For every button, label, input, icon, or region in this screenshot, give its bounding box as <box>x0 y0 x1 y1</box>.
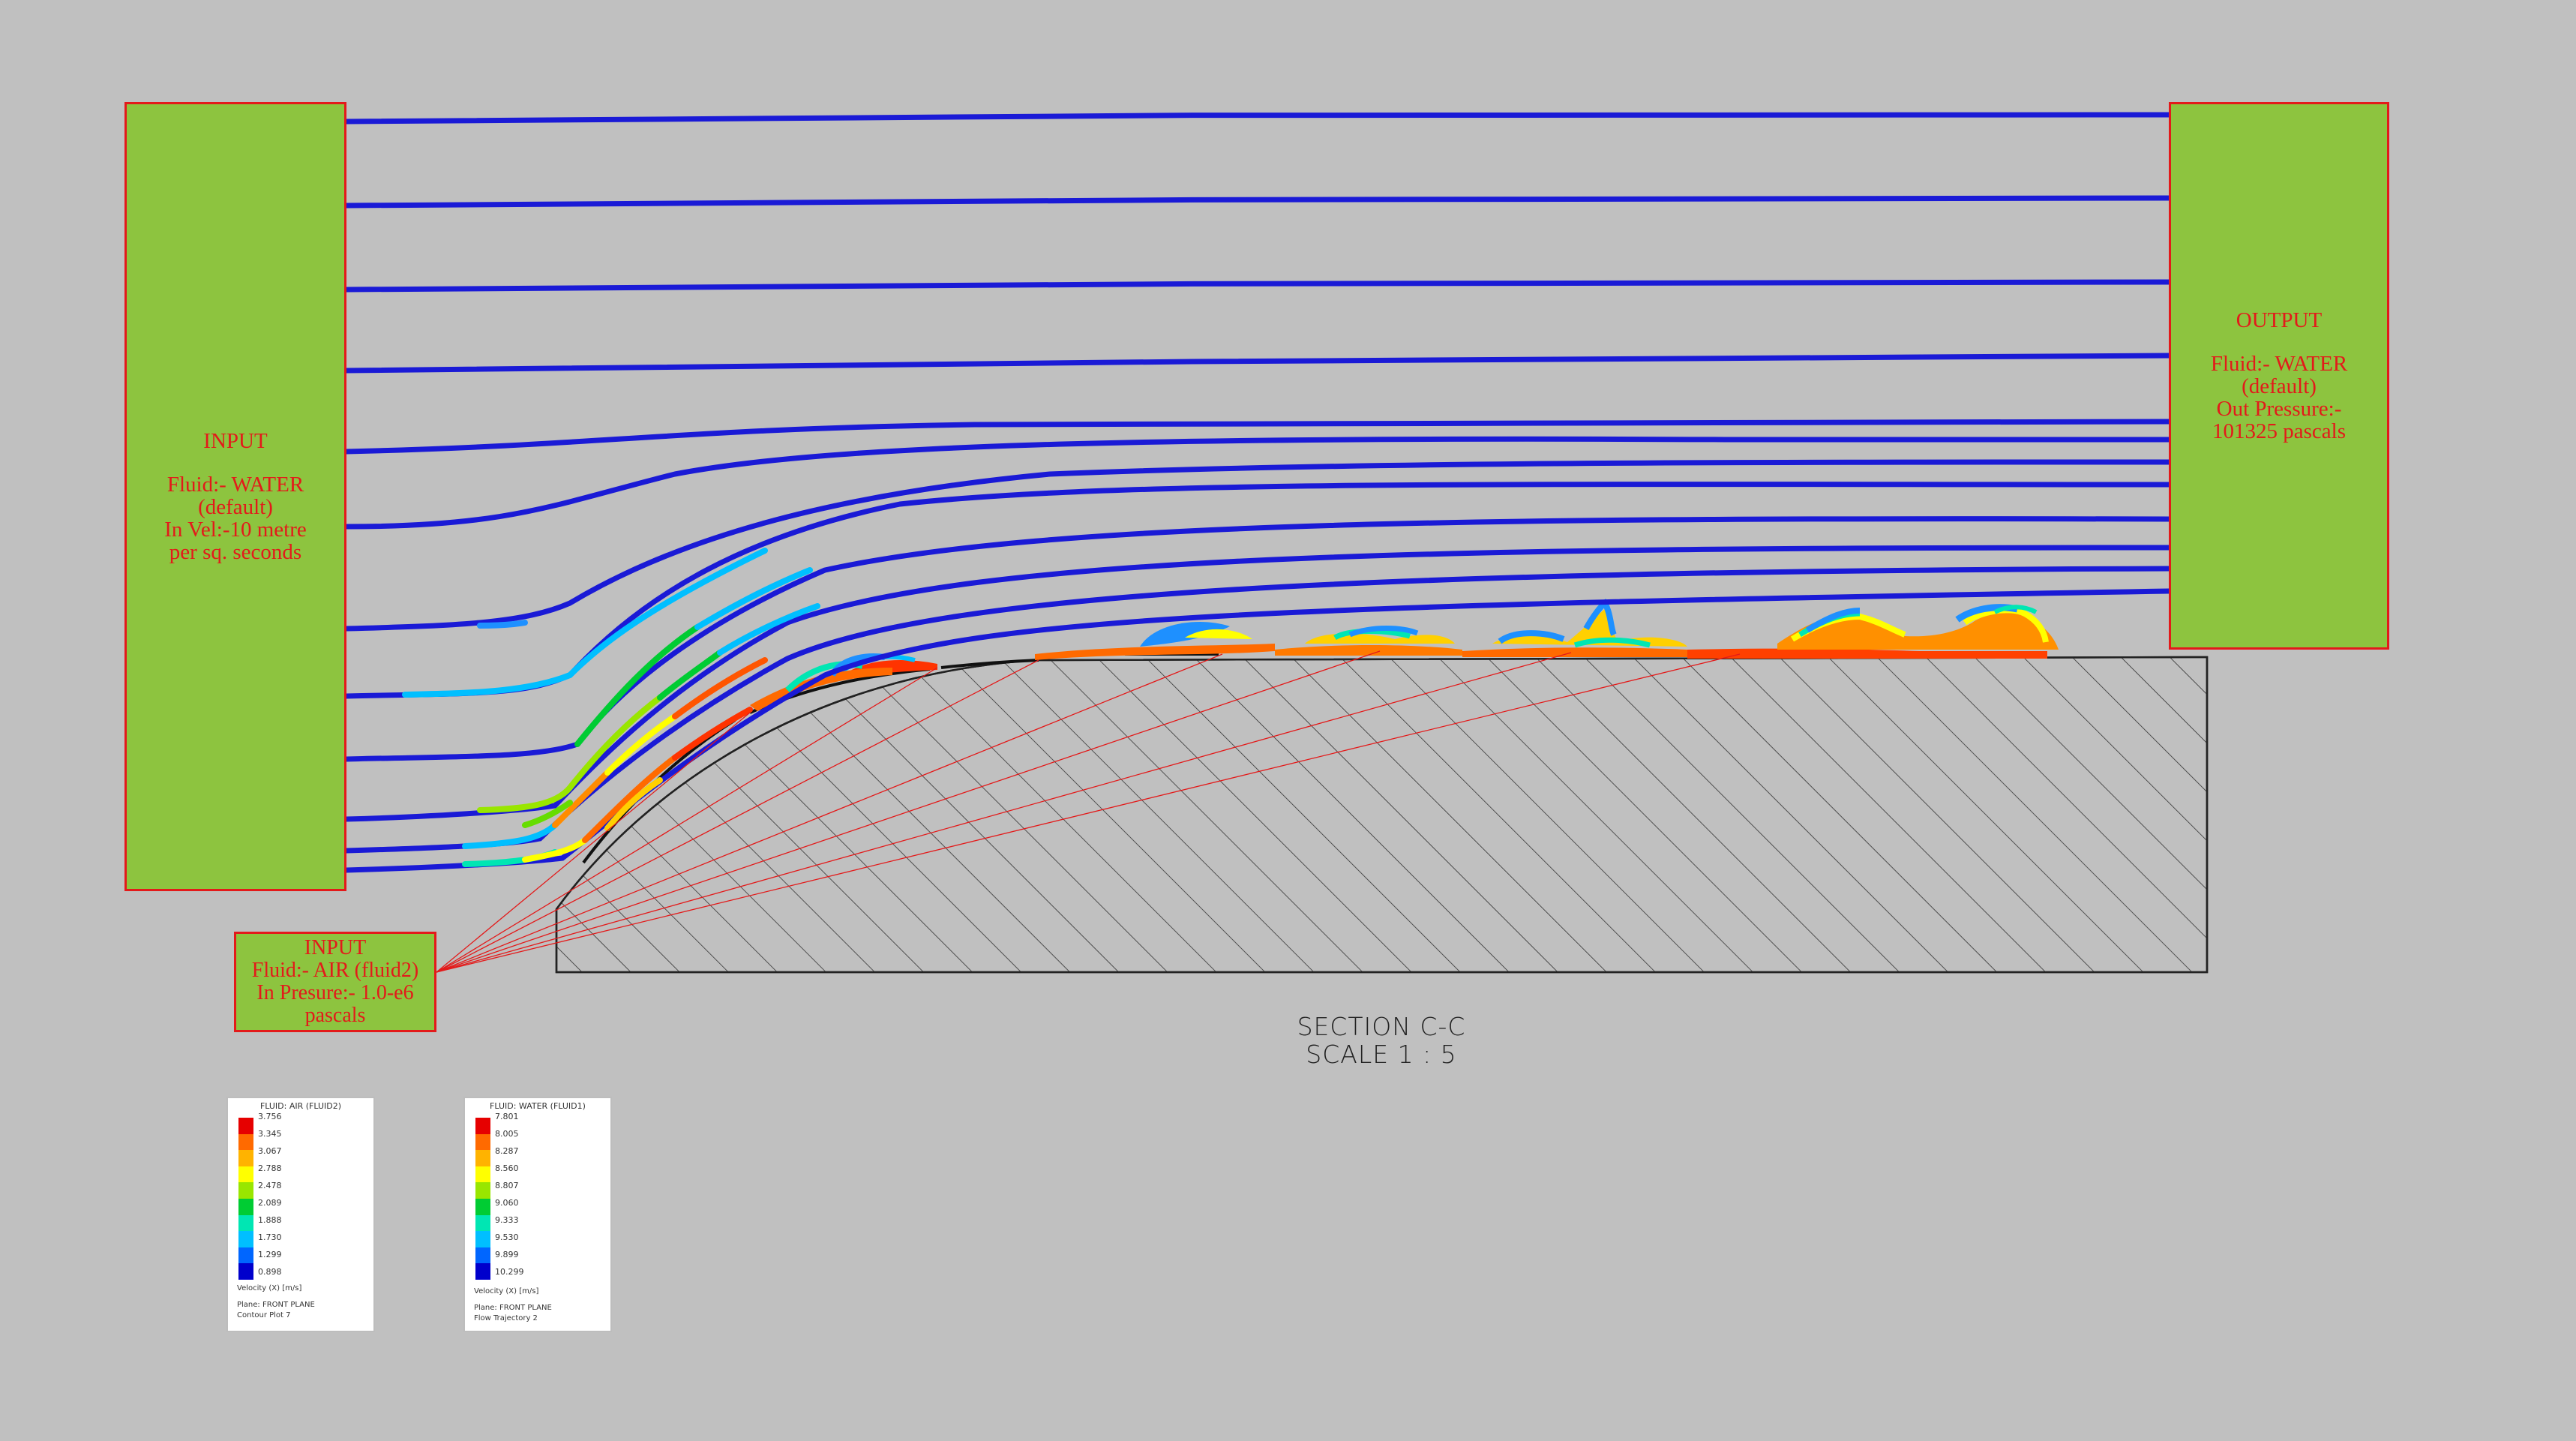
color-swatch <box>475 1247 490 1264</box>
scale-tick: 2.478 <box>258 1181 282 1190</box>
color-swatch <box>238 1150 253 1166</box>
legend-quantity: Velocity (X) [m/s] <box>237 1284 302 1292</box>
scale-tick: 8.287 <box>495 1146 519 1156</box>
water-inlet-line: (default) <box>198 495 273 519</box>
scale-tick: 1.299 <box>258 1250 282 1259</box>
scale-tick: 2.788 <box>258 1163 282 1173</box>
scale-tick: 3.067 <box>258 1146 282 1156</box>
outlet-line: (default) <box>2242 374 2317 398</box>
water-inlet-boundary-box: INPUT Fluid:- WATER (default) In Vel:-10… <box>124 102 346 891</box>
color-swatch <box>475 1182 490 1199</box>
streamline <box>343 195 2172 209</box>
scale-tick: 3.345 <box>258 1129 282 1139</box>
scale-tick: 10.299 <box>495 1267 524 1277</box>
water-inlet-title: INPUT <box>203 429 268 453</box>
color-swatch <box>238 1198 253 1215</box>
water-inlet-line: In Vel:-10 metre <box>164 518 307 542</box>
color-swatch <box>238 1214 253 1232</box>
scale-tick: 8.560 <box>495 1163 519 1173</box>
color-swatch <box>475 1166 490 1183</box>
water-inlet-line: per sq. seconds <box>169 540 302 564</box>
color-scale <box>238 1118 253 1280</box>
scale-tick: 9.899 <box>495 1250 519 1259</box>
outlet-line: Out Pressure:- <box>2216 397 2342 421</box>
legend-plane: Plane: FRONT PLANE <box>474 1304 552 1312</box>
color-swatch <box>238 1166 253 1183</box>
legend-quantity: Velocity (X) [m/s] <box>474 1287 539 1295</box>
outlet-boundary-box: OUTPUT Fluid:- WATER (default) Out Press… <box>2169 102 2389 650</box>
scale-tick: 7.801 <box>495 1112 519 1121</box>
section-label: SECTION C-C SCALE 1 : 5 <box>1231 1013 1531 1068</box>
scale-tick: 0.898 <box>258 1267 282 1277</box>
color-swatch <box>475 1150 490 1166</box>
color-scale <box>475 1118 490 1280</box>
water-inlet-line: Fluid:- WATER <box>166 473 304 497</box>
legend-title: FLUID: AIR (FLUID2) <box>259 1101 342 1111</box>
streamline <box>343 279 2172 293</box>
streamline <box>343 353 2172 374</box>
air-inlet-boundary-box: INPUT Fluid:- AIR (fluid2) In Presure:- … <box>234 932 436 1032</box>
air-inlet-line: In Presure:- 1.0-e6 <box>256 981 414 1004</box>
color-swatch <box>238 1133 253 1151</box>
color-swatch <box>475 1214 490 1232</box>
scale-tick: 2.089 <box>258 1198 282 1208</box>
color-swatch <box>475 1133 490 1151</box>
scale-tick: 9.530 <box>495 1232 519 1242</box>
legend-plot-name: Flow Trajectory 2 <box>474 1314 538 1322</box>
streamline <box>343 418 2172 455</box>
scale-tick: 1.730 <box>258 1232 282 1242</box>
scale-tick: 8.807 <box>495 1181 519 1190</box>
color-swatch <box>238 1182 253 1199</box>
legend-plane: Plane: FRONT PLANE <box>237 1301 315 1309</box>
section-scale: SCALE 1 : 5 <box>1306 1040 1457 1069</box>
air-velocity-legend: FLUID: AIR (FLUID2) 3.756 3.345 3.067 2.… <box>226 1097 375 1332</box>
color-swatch <box>238 1118 253 1134</box>
outlet-line: Fluid:- WATER <box>2210 352 2348 376</box>
air-inlet-line: pascals <box>304 1004 366 1027</box>
color-swatch <box>238 1247 253 1264</box>
scale-tick: 9.333 <box>495 1215 519 1225</box>
water-velocity-legend: FLUID: WATER (FLUID1) 7.801 8.005 8.287 … <box>463 1097 612 1332</box>
air-inlet-line: Fluid:- AIR (fluid2) <box>251 959 419 982</box>
color-swatch <box>475 1118 490 1134</box>
color-swatch <box>475 1263 490 1280</box>
legend-title: FLUID: WATER (FLUID1) <box>490 1101 586 1111</box>
scale-tick: 8.005 <box>495 1129 519 1139</box>
scale-tick: 9.060 <box>495 1198 519 1208</box>
color-swatch <box>475 1231 490 1247</box>
air-inlet-title: INPUT <box>304 936 367 959</box>
outlet-title: OUTPUT <box>2236 308 2323 332</box>
color-swatch <box>238 1263 253 1280</box>
scale-tick: 1.888 <box>258 1215 282 1225</box>
outlet-line: 101325 pascals <box>2212 419 2346 443</box>
streamline <box>343 112 2172 125</box>
scale-tick: 3.756 <box>258 1112 282 1121</box>
color-swatch <box>475 1198 490 1215</box>
legend-plot-name: Contour Plot 7 <box>237 1311 291 1319</box>
color-swatch <box>238 1231 253 1247</box>
section-name: SECTION C-C <box>1297 1012 1466 1041</box>
